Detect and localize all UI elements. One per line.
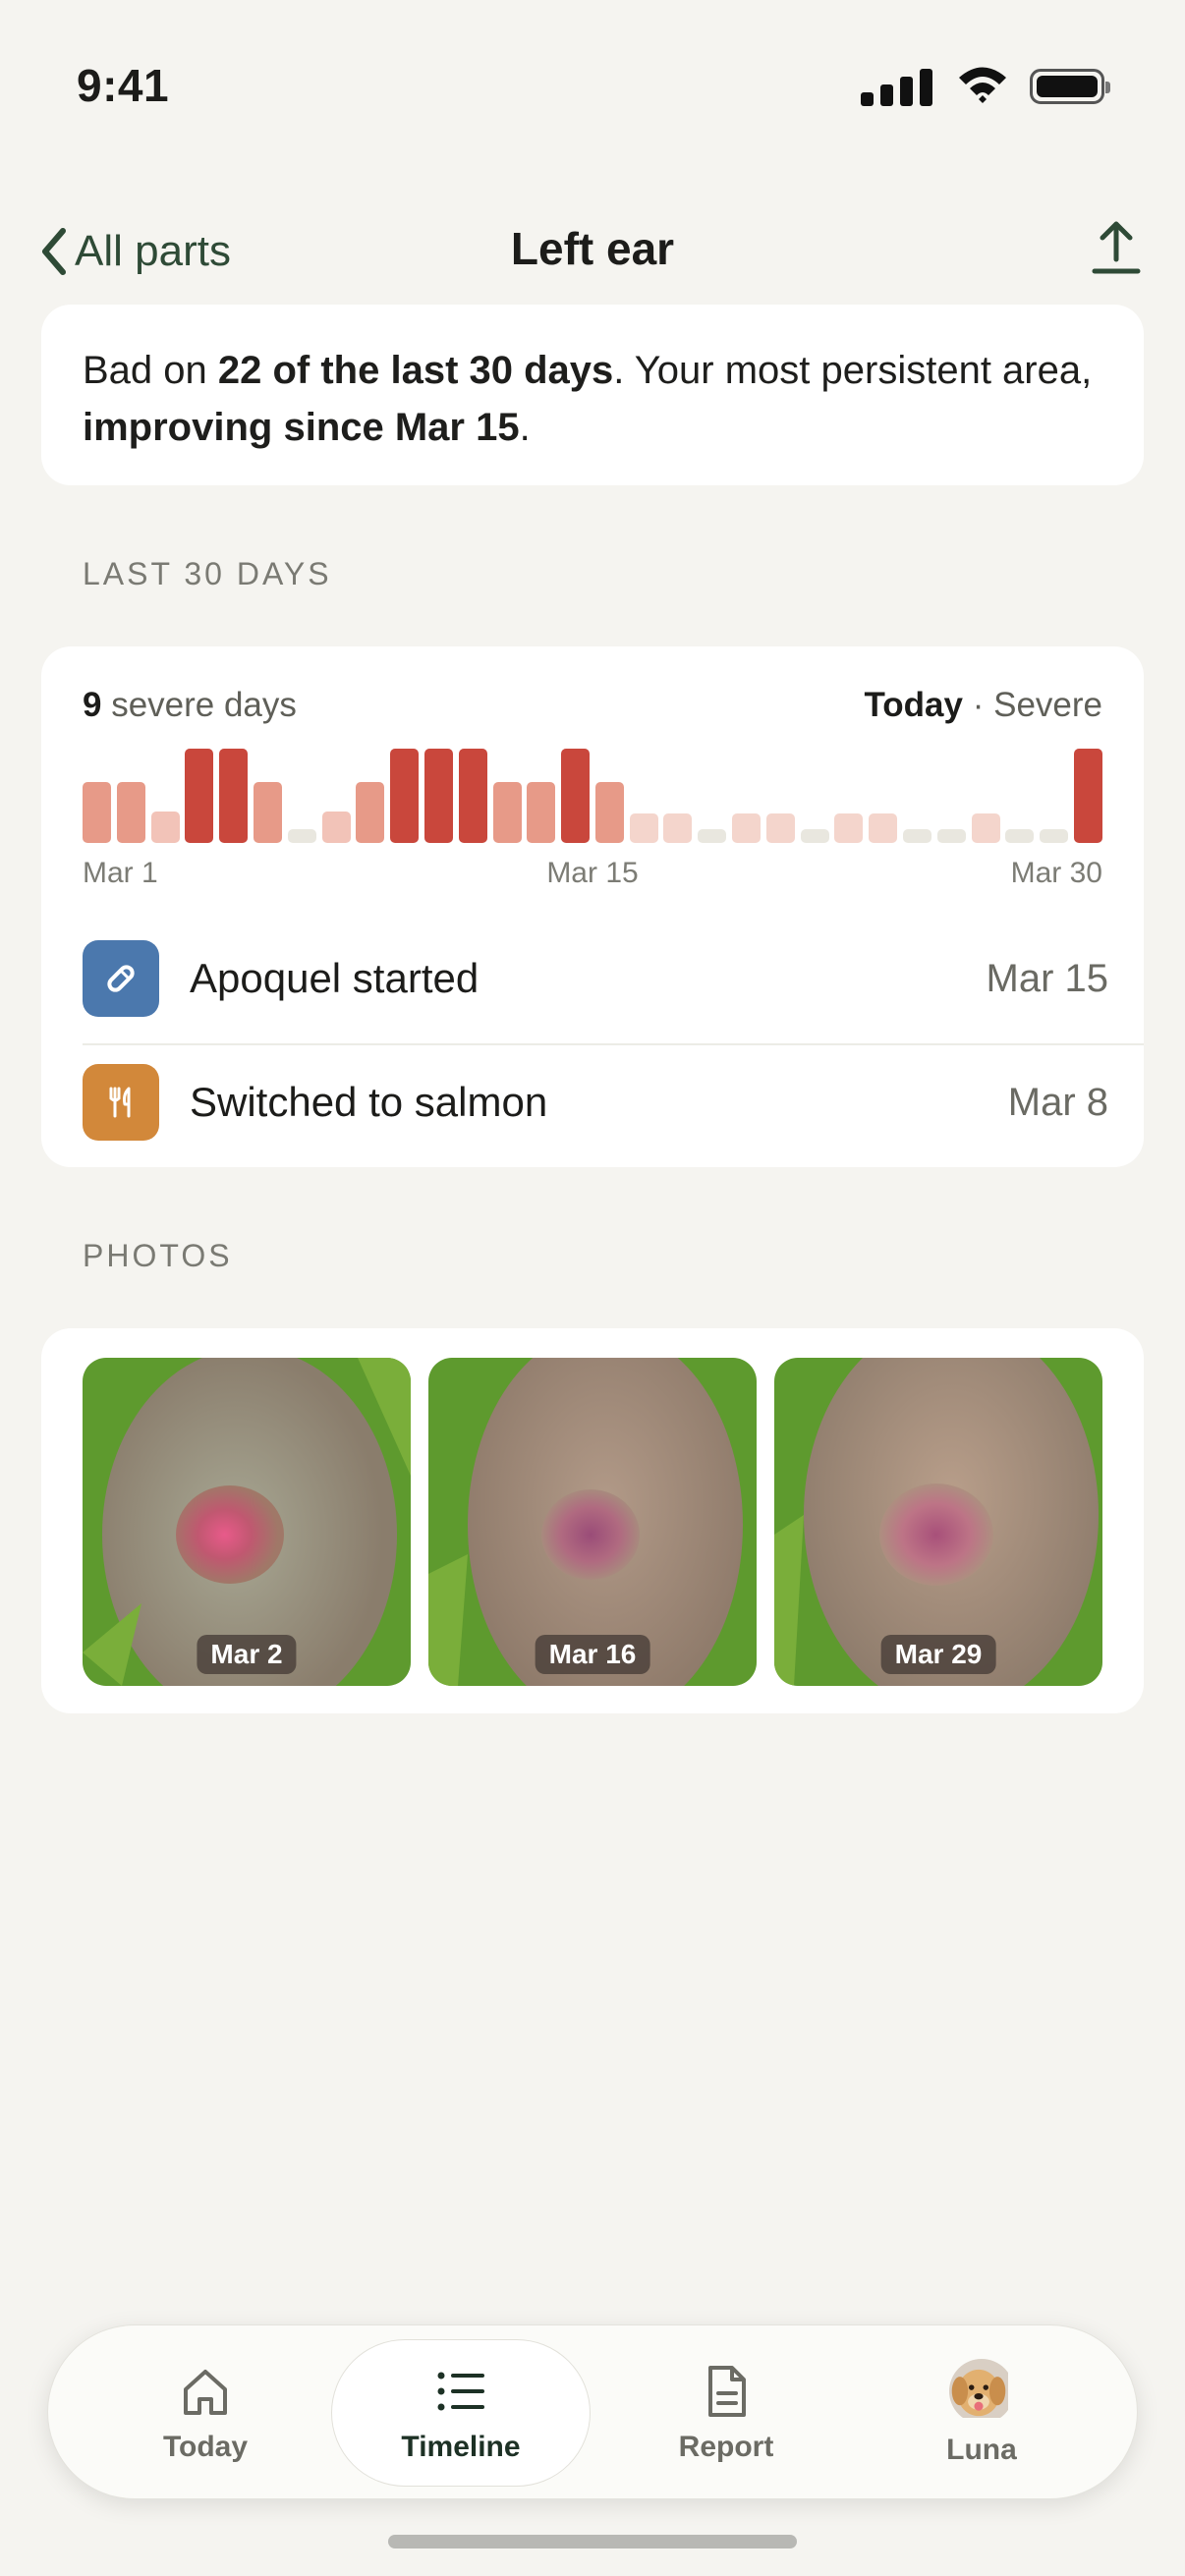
tab-timeline[interactable]: Timeline <box>331 2339 591 2487</box>
severity-bar <box>801 829 829 843</box>
severity-bar <box>83 782 111 843</box>
severity-bar <box>1005 829 1034 843</box>
photo-date-label: Mar 2 <box>197 1635 297 1674</box>
page-title: Left ear <box>510 223 675 274</box>
utensils-icon <box>83 1064 159 1141</box>
tab-label: Today <box>162 2431 249 2463</box>
severity-bar <box>663 813 692 843</box>
severity-bar <box>185 749 213 843</box>
wifi-icon <box>959 67 1006 103</box>
tab-bar: Today Timeline Report Luna <box>47 2324 1138 2499</box>
tab-label: Timeline <box>401 2431 521 2463</box>
severity-bar <box>151 812 180 843</box>
photos-card: Mar 2 Mar 16 Mar 29 <box>41 1328 1144 1713</box>
tick-label: Mar 15 <box>546 857 639 889</box>
severity-bar <box>732 813 761 843</box>
severity-bar <box>493 782 522 843</box>
severity-bar <box>903 829 931 843</box>
event-date: Mar 15 <box>986 956 1109 1000</box>
severity-bars[interactable] <box>83 745 1102 843</box>
today-status: Today · Severe <box>864 686 1103 724</box>
severity-bar <box>356 782 384 843</box>
severity-bar <box>459 749 487 843</box>
share-icon[interactable] <box>1089 216 1144 279</box>
severity-bar <box>595 782 624 843</box>
dog-avatar <box>949 2359 1014 2424</box>
severity-bar <box>561 749 590 843</box>
tab-luna[interactable]: Luna <box>852 2339 1111 2487</box>
tab-label: Luna <box>946 2434 1017 2466</box>
list-icon <box>437 2372 484 2411</box>
tick-label: Mar 1 <box>83 857 158 889</box>
photo-date-label: Mar 16 <box>535 1635 650 1674</box>
severity-bar <box>972 813 1000 843</box>
severity-bar <box>219 749 248 843</box>
summary-card: Bad on 22 of the last 30 days. Your most… <box>41 305 1144 485</box>
severity-bar <box>630 813 658 843</box>
summary-text: Bad on 22 of the last 30 days. Your most… <box>83 349 1093 449</box>
section-label-last-30-days: LAST 30 DAYS <box>83 556 332 591</box>
event-row-apoquel[interactable]: Apoquel started Mar 15 <box>83 918 1144 1039</box>
severity-bar <box>527 782 555 843</box>
cellular-signal-icon <box>861 67 935 106</box>
severity-bar <box>698 829 726 843</box>
photo-date-label: Mar 29 <box>880 1635 996 1674</box>
chart-x-axis: Mar 1 Mar 15 Mar 30 <box>83 857 1102 896</box>
document-icon <box>708 2366 746 2417</box>
nav-bar: All parts Left ear <box>0 196 1185 305</box>
tab-today[interactable]: Today <box>76 2339 335 2487</box>
event-label: Apoquel started <box>190 955 480 1001</box>
section-label-photos: PHOTOS <box>83 1238 233 1273</box>
tick-label: Mar 30 <box>1010 857 1102 889</box>
tab-report[interactable]: Report <box>596 2339 856 2487</box>
severity-bar <box>834 813 863 843</box>
home-icon <box>184 2370 227 2415</box>
severity-bar <box>1074 749 1102 843</box>
severity-bar <box>424 749 453 843</box>
severity-bar <box>766 813 795 843</box>
photo-thumbnail[interactable]: Mar 29 <box>774 1358 1102 1686</box>
pill-icon <box>83 940 159 1017</box>
photo-thumbnail[interactable]: Mar 2 <box>83 1358 411 1686</box>
event-label: Switched to salmon <box>190 1079 548 1125</box>
severity-bar <box>117 782 145 843</box>
severity-bar <box>322 812 351 843</box>
severity-bar <box>937 829 966 843</box>
status-time: 9:41 <box>77 60 170 111</box>
home-indicator <box>388 2535 797 2548</box>
severity-bar <box>288 829 316 843</box>
severity-bar <box>869 813 897 843</box>
chart-header: 9 severe days Today · Severe <box>83 686 1102 735</box>
event-row-salmon[interactable]: Switched to salmon Mar 8 <box>83 1041 1144 1163</box>
severity-bar <box>390 749 419 843</box>
photo-thumbnail[interactable]: Mar 16 <box>428 1358 757 1686</box>
severity-chart-card: 9 severe days Today · Severe Mar 1 Mar 1… <box>41 646 1144 1167</box>
tab-label: Report <box>678 2431 774 2463</box>
battery-icon <box>1030 69 1110 104</box>
severity-bar <box>1040 829 1068 843</box>
event-date: Mar 8 <box>1007 1080 1108 1124</box>
severity-bar <box>254 782 282 843</box>
status-bar: 9:41 <box>0 0 1185 147</box>
severe-days-summary: 9 severe days <box>83 686 297 724</box>
